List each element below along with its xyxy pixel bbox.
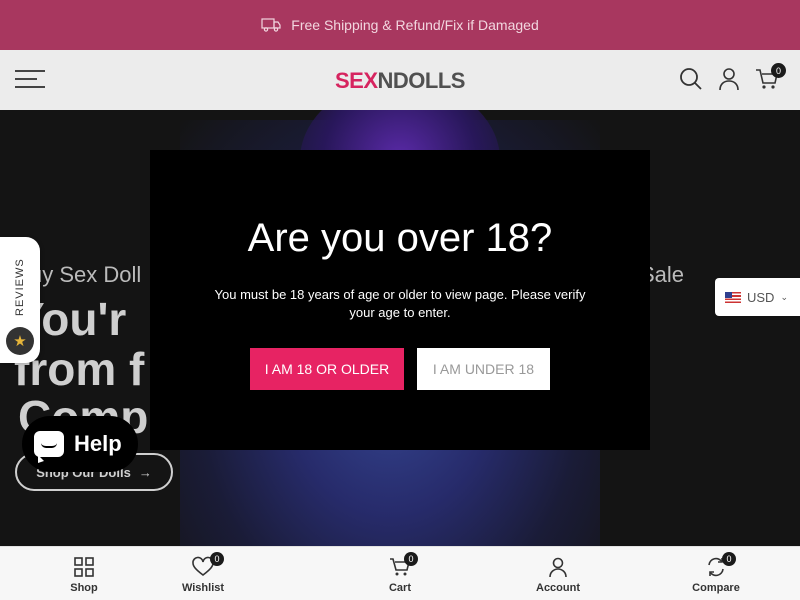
currency-selector[interactable]: USD ⌄ bbox=[715, 278, 800, 316]
confirm-age-button[interactable]: I AM 18 OR OLDER bbox=[250, 348, 404, 390]
cart-count-badge-bottom: 0 bbox=[404, 552, 418, 566]
help-chat-button[interactable]: Help bbox=[22, 416, 138, 472]
chevron-down-icon: ⌄ bbox=[780, 291, 788, 302]
reviews-label: REVIEWS bbox=[14, 258, 26, 316]
wishlist-count-badge: 0 bbox=[210, 552, 224, 566]
announcement-text: Free Shipping & Refund/Fix if Damaged bbox=[291, 17, 539, 33]
us-flag-icon bbox=[725, 291, 741, 303]
logo-part-gray: NDOLLS bbox=[377, 68, 466, 93]
compare-count-badge: 0 bbox=[722, 552, 736, 566]
bottom-nav-compare-label: Compare bbox=[692, 582, 740, 594]
bottom-nav-account[interactable]: Account bbox=[508, 547, 608, 600]
age-verification-modal: Are you over 18? You must be 18 years of… bbox=[150, 150, 650, 450]
star-icon: ★ bbox=[6, 327, 34, 355]
truck-icon bbox=[261, 18, 281, 32]
arrow-right-icon: → bbox=[138, 464, 152, 480]
modal-title: Are you over 18? bbox=[247, 216, 553, 260]
account-icon bbox=[549, 557, 567, 578]
bottom-nav-wishlist-label: Wishlist bbox=[181, 582, 225, 594]
modal-message: You must be 18 years of age or older to … bbox=[214, 287, 586, 320]
grid-icon bbox=[74, 557, 94, 577]
reviews-tab[interactable]: REVIEWS ★ bbox=[0, 237, 40, 363]
bottom-nav-wishlist[interactable]: Wishlist bbox=[153, 547, 253, 600]
bottom-nav-shop[interactable]: Shop bbox=[34, 547, 134, 600]
cart-count-badge: 0 bbox=[771, 63, 786, 78]
chat-icon bbox=[34, 431, 64, 463]
announcement-bar: Free Shipping & Refund/Fix if Damaged bbox=[0, 0, 800, 50]
bottom-nav-account-label: Account bbox=[536, 582, 580, 594]
bottom-nav-compare[interactable]: Compare bbox=[666, 547, 766, 600]
account-icon[interactable] bbox=[716, 66, 742, 92]
currency-value: USD bbox=[747, 289, 775, 305]
bottom-nav: Shop Wishlist 0 Cart 0 Account Compare 0 bbox=[0, 546, 800, 600]
hero-subtitle: uy Sex Doll bbox=[30, 262, 142, 287]
search-icon[interactable] bbox=[678, 66, 704, 92]
bottom-nav-cart[interactable]: Cart bbox=[350, 547, 450, 600]
help-label: Help bbox=[74, 431, 122, 456]
site-header: SEXNDOLLS 0 bbox=[0, 50, 800, 110]
bottom-nav-shop-label: Shop bbox=[70, 582, 98, 594]
decline-age-button[interactable]: I AM UNDER 18 bbox=[417, 348, 550, 390]
bottom-nav-cart-label: Cart bbox=[388, 582, 411, 594]
logo-part-pink: SEX bbox=[335, 68, 378, 93]
